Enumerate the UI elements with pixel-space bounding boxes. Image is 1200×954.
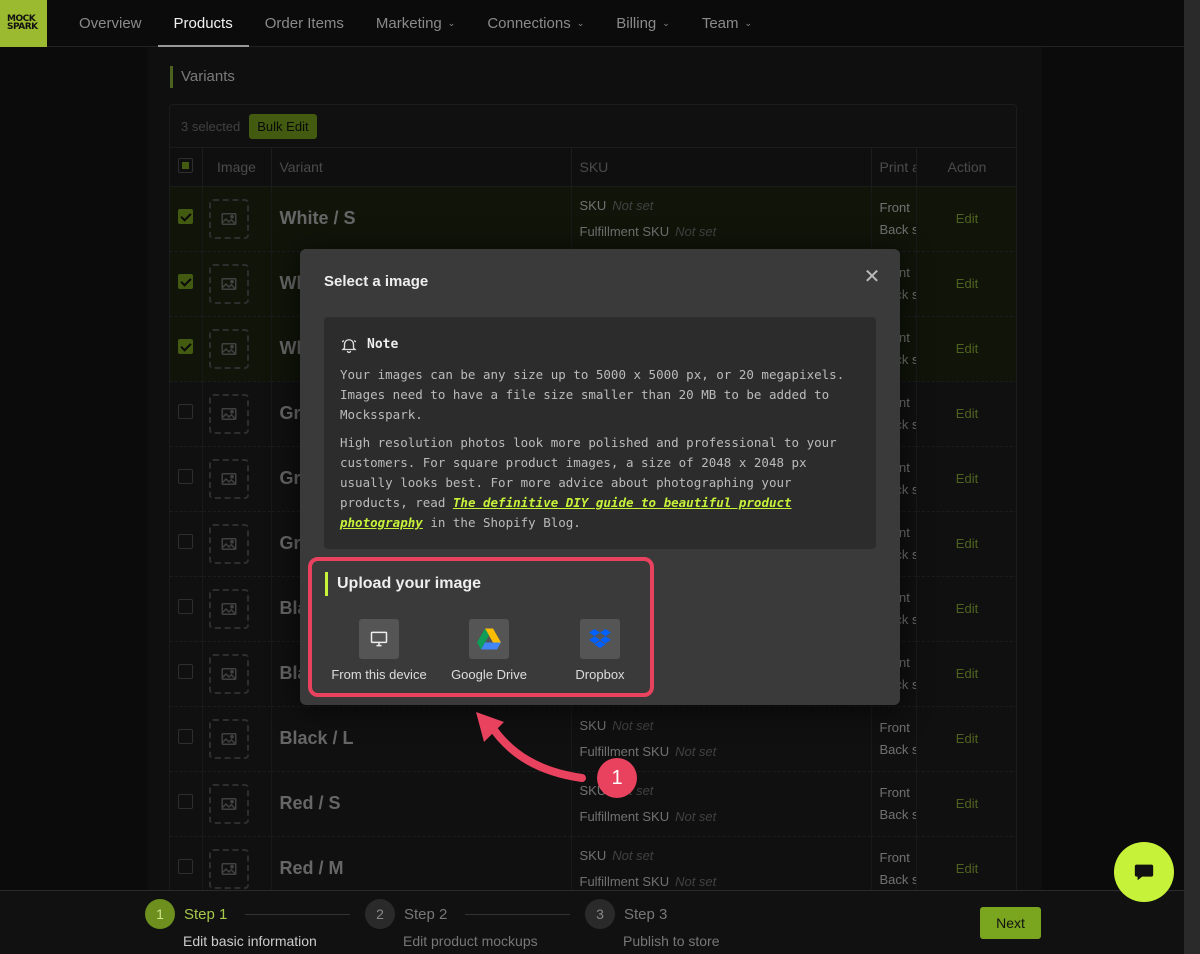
select-image-modal: Select a image ✕ Note Your images can be… xyxy=(300,249,900,705)
top-nav: MOCK SPARK Overview Products Order Items Ma… xyxy=(0,0,1184,47)
note-title: Note xyxy=(367,337,399,352)
main-nav: Overview Products Order Items Marketing ⌄ Con… xyxy=(63,0,768,47)
nav-item-label: Billing xyxy=(616,14,657,32)
monitor-icon xyxy=(359,619,399,659)
nav-item-billing[interactable]: Billing ⌄ xyxy=(600,0,686,47)
nav-item-products[interactable]: Products xyxy=(157,0,249,47)
close-icon[interactable]: ✕ xyxy=(862,267,882,287)
nav-item-connections[interactable]: Connections ⌄ xyxy=(471,0,600,47)
step-connector xyxy=(465,913,571,915)
nav-item-label: Order Items xyxy=(264,14,344,32)
note-box: Note Your images can be any size up to 5… xyxy=(324,317,876,549)
upload-title: Upload your image xyxy=(325,572,481,596)
step-2-number: 2 xyxy=(365,899,395,929)
note-paragraph-2: High resolution photos look more polishe… xyxy=(340,433,860,533)
nav-item-order-items[interactable]: Order Items xyxy=(249,0,360,47)
step-connector xyxy=(245,913,351,915)
nav-item-marketing[interactable]: Marketing ⌄ xyxy=(360,0,471,47)
upload-from-device-button[interactable]: From this device xyxy=(324,619,434,682)
step-1-subtitle: Edit basic information xyxy=(183,933,317,949)
nav-item-team[interactable]: Team ⌄ xyxy=(686,0,768,47)
upload-from-device-label: From this device xyxy=(331,667,427,682)
upload-section: Upload your image From this device Googl… xyxy=(308,557,654,697)
step-2[interactable]: 2 Step 2 Edit product mockups xyxy=(365,899,571,949)
step-3-subtitle: Publish to store xyxy=(623,933,720,949)
upload-dropbox-label: Dropbox xyxy=(575,667,625,682)
note-header: Note xyxy=(340,335,860,355)
next-button[interactable]: Next xyxy=(980,907,1041,939)
nav-item-label: Products xyxy=(173,14,233,32)
step-1-label: Step 1 xyxy=(184,905,228,923)
nav-item-label: Overview xyxy=(79,14,142,32)
google-drive-icon xyxy=(469,619,509,659)
nav-item-overview[interactable]: Overview xyxy=(63,0,158,47)
step-2-subtitle: Edit product mockups xyxy=(403,933,538,949)
note-p2-tail: in the Shopify Blog. xyxy=(422,515,581,530)
mockspark-logo[interactable]: MOCK SPARK xyxy=(0,0,47,47)
chevron-down-icon: ⌄ xyxy=(447,17,456,28)
chevron-down-icon: ⌄ xyxy=(576,17,585,28)
annotation-step-number: 1 xyxy=(597,758,637,798)
step-bar: 1 Step 1 Edit basic information 2 Step 2 E… xyxy=(0,890,1184,954)
bell-icon xyxy=(341,339,357,354)
chat-icon xyxy=(1134,864,1154,881)
app-window: MOCK SPARK Overview Products Order Items Ma… xyxy=(0,0,1200,954)
step-3[interactable]: 3 Step 3 Publish to store xyxy=(585,899,720,949)
step-3-number: 3 xyxy=(585,899,615,929)
chat-button[interactable] xyxy=(1114,842,1174,902)
logo-text-2: SPARK xyxy=(7,22,38,32)
step-1-number: 1 xyxy=(145,899,175,929)
nav-item-label: Team xyxy=(701,14,739,32)
upload-dropbox-button[interactable]: Dropbox xyxy=(545,619,655,682)
chevron-down-icon: ⌄ xyxy=(662,17,670,28)
upload-google-drive-label: Google Drive xyxy=(451,667,527,682)
modal-title: Select a image xyxy=(324,273,429,290)
nav-item-label: Marketing xyxy=(375,14,442,32)
window-scrollbar[interactable] xyxy=(1184,0,1200,954)
step-2-label: Step 2 xyxy=(404,905,448,923)
chevron-down-icon: ⌄ xyxy=(744,17,753,28)
step-1[interactable]: 1 Step 1 Edit basic information xyxy=(145,899,351,949)
dropbox-icon xyxy=(580,619,620,659)
nav-item-label: Connections xyxy=(487,14,571,32)
note-paragraph-1: Your images can be any size up to 5000 x… xyxy=(340,367,845,422)
step-3-label: Step 3 xyxy=(624,905,668,923)
upload-google-drive-button[interactable]: Google Drive xyxy=(434,619,544,682)
